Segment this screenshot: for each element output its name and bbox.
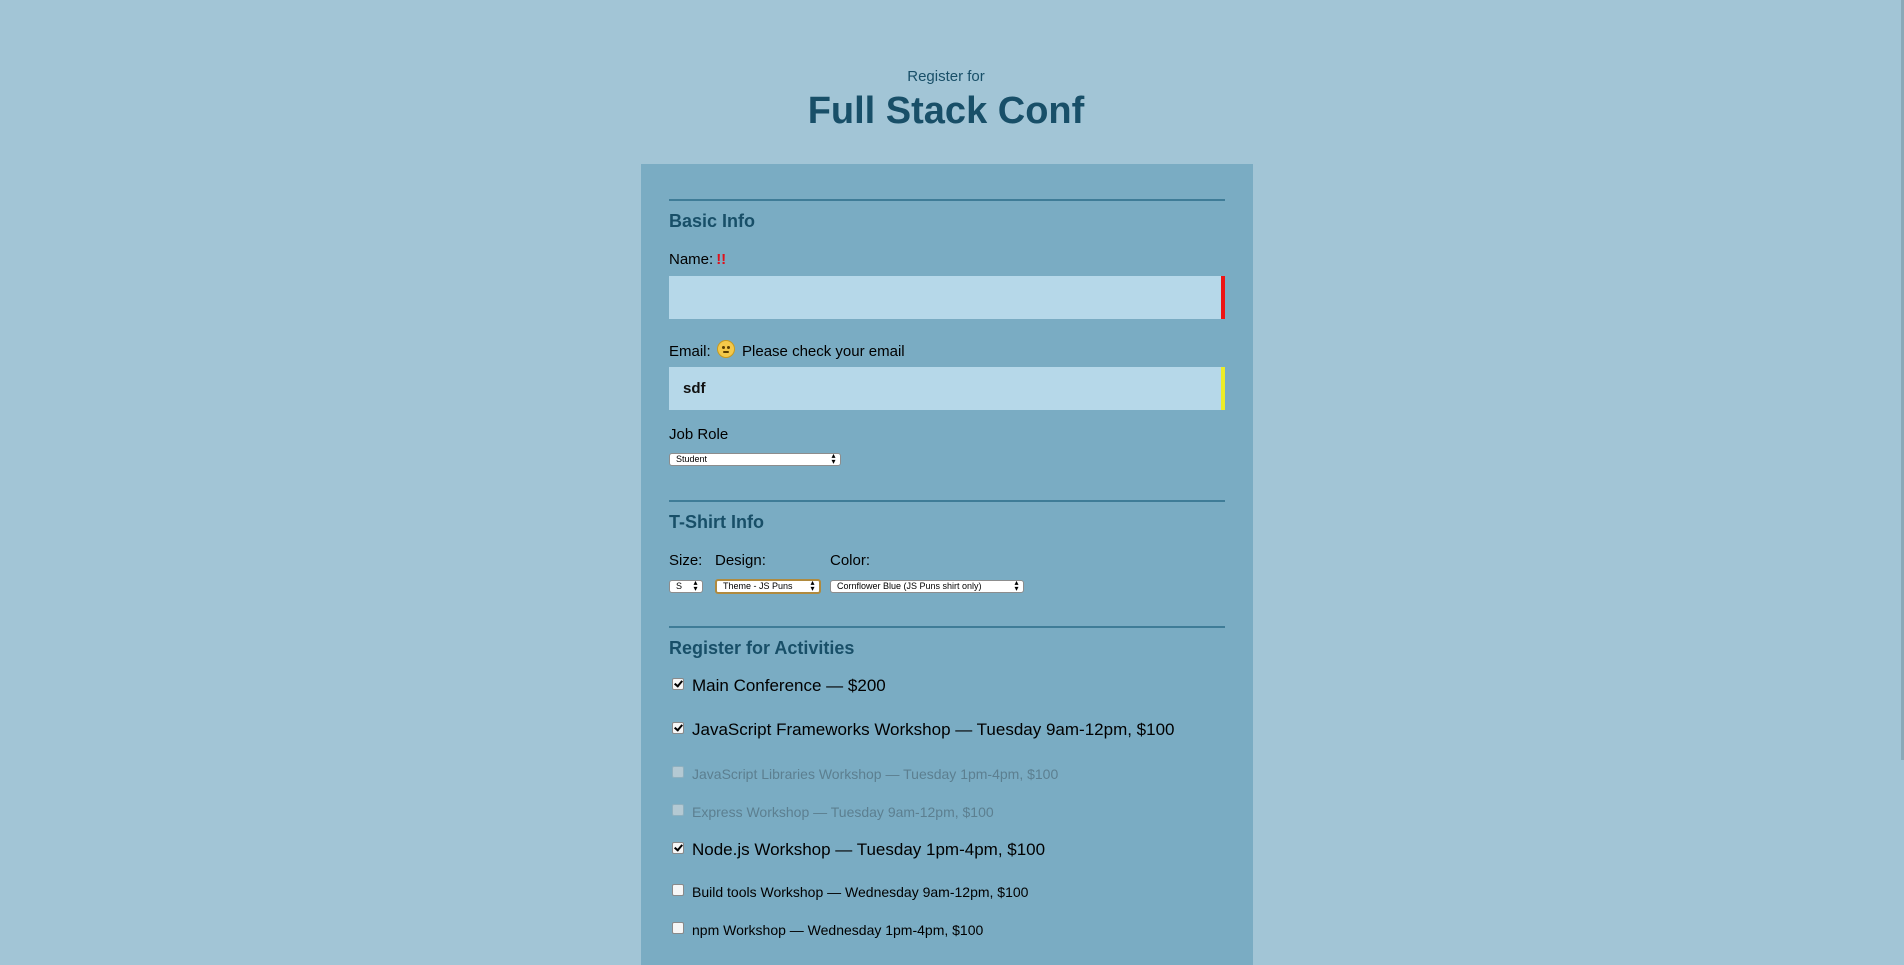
section-divider bbox=[669, 500, 1225, 502]
name-label-text: Name: bbox=[669, 251, 714, 268]
design-select[interactable]: Theme - JS Puns ▴ ▾ bbox=[715, 579, 821, 594]
color-label: Color: bbox=[830, 552, 871, 569]
activity-item[interactable]: Build tools Workshop — Wednesday 9am-12p… bbox=[669, 884, 1028, 900]
activity-checkbox bbox=[672, 804, 684, 816]
section-divider bbox=[669, 626, 1225, 628]
activity-label: npm Workshop — Wednesday 1pm-4pm, $100 bbox=[692, 922, 984, 938]
basic-info-legend: Basic Info bbox=[669, 211, 756, 231]
section-divider bbox=[669, 199, 1225, 201]
activity-checkbox[interactable] bbox=[672, 842, 684, 854]
activity-item: Express Workshop — Tuesday 9am-12pm, $10… bbox=[669, 804, 994, 820]
color-select[interactable]: Cornflower Blue (JS Puns shirt only) ▴ ▾ bbox=[830, 580, 1024, 593]
page-title: Full Stack Conf bbox=[807, 90, 1085, 132]
registration-form: Basic Info Name:!! Email: Please check y… bbox=[641, 164, 1253, 965]
email-label: Email: Please check your email bbox=[669, 340, 905, 360]
name-field[interactable] bbox=[669, 276, 1225, 319]
job-role-value: Student bbox=[676, 454, 708, 464]
activity-label: Express Workshop — Tuesday 9am-12pm, $10… bbox=[692, 804, 994, 820]
design-label: Design: bbox=[715, 552, 766, 569]
select-arrows-icon: ▴ ▾ bbox=[831, 453, 836, 466]
activities-legend: Register for Activities bbox=[669, 638, 855, 658]
select-arrows-icon: ▴ ▾ bbox=[810, 579, 815, 593]
activity-checkbox[interactable] bbox=[672, 678, 684, 690]
activity-label: Main Conference — $200 bbox=[692, 676, 886, 695]
activity-item[interactable]: Main Conference — $200 bbox=[669, 676, 886, 696]
page-subtitle: Register for bbox=[907, 68, 985, 85]
activity-label: JavaScript Frameworks Workshop — Tuesday… bbox=[692, 720, 1175, 739]
activity-checkbox[interactable] bbox=[672, 884, 684, 896]
activity-checkbox[interactable] bbox=[672, 722, 684, 734]
size-label: Size: bbox=[669, 552, 703, 569]
color-value: Cornflower Blue (JS Puns shirt only) bbox=[837, 581, 982, 591]
job-role-select[interactable]: Student ▴ ▾ bbox=[669, 453, 841, 466]
select-arrows-icon: ▴ ▾ bbox=[693, 580, 698, 593]
page-header: Register for Full Stack Conf bbox=[0, 68, 1892, 133]
error-indicator-icon: !! bbox=[716, 251, 727, 268]
activity-item[interactable]: Node.js Workshop — Tuesday 1pm-4pm, $100 bbox=[669, 840, 1045, 860]
activity-item[interactable]: npm Workshop — Wednesday 1pm-4pm, $100 bbox=[669, 922, 983, 938]
job-role-label: Job Role bbox=[669, 426, 729, 443]
email-hint: Please check your email bbox=[742, 343, 905, 360]
activity-label: Build tools Workshop — Wednesday 9am-12p… bbox=[692, 884, 1029, 900]
size-value: S bbox=[676, 581, 683, 591]
design-value: Theme - JS Puns bbox=[723, 581, 793, 591]
activity-label: Node.js Workshop — Tuesday 1pm-4pm, $100 bbox=[692, 840, 1046, 859]
page: Register for Full Stack Conf Basic Info … bbox=[0, 0, 1904, 965]
select-arrows-icon: ▴ ▾ bbox=[1014, 580, 1019, 593]
email-label-text: Email: bbox=[669, 343, 711, 360]
activity-item[interactable]: JavaScript Frameworks Workshop — Tuesday… bbox=[669, 720, 1175, 740]
size-select[interactable]: S ▴ ▾ bbox=[669, 580, 703, 593]
name-label: Name:!! bbox=[669, 251, 726, 268]
activity-label: JavaScript Libraries Workshop — Tuesday … bbox=[692, 766, 1059, 782]
activity-item: JavaScript Libraries Workshop — Tuesday … bbox=[669, 766, 1058, 782]
activity-checkbox[interactable] bbox=[672, 922, 684, 934]
email-field[interactable]: sdf bbox=[669, 367, 1225, 410]
face-with-rolling-eyes-icon bbox=[716, 340, 735, 358]
activity-checkbox bbox=[672, 766, 684, 778]
tshirt-info-legend: T-Shirt Info bbox=[669, 512, 764, 532]
